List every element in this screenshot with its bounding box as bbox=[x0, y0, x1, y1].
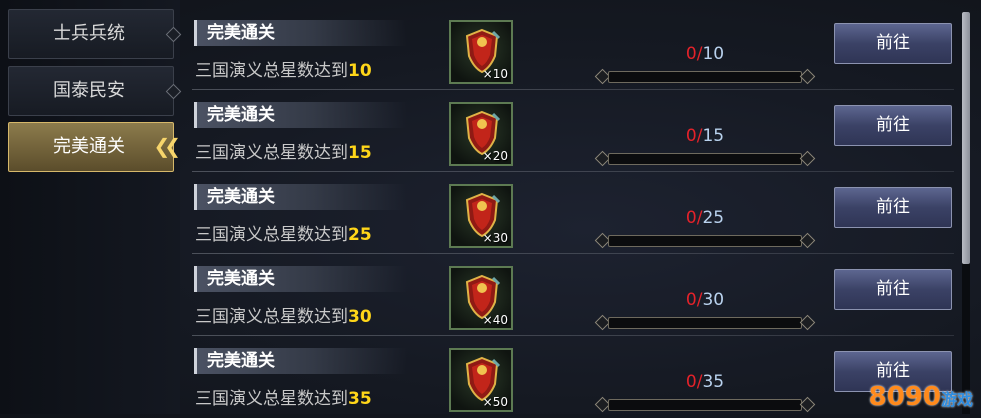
task-desc-text: 三国演义总星数达到 bbox=[195, 307, 348, 327]
task-description: 三国演义总星数达到15 bbox=[195, 138, 372, 163]
task-description: 三国演义总星数达到35 bbox=[195, 384, 372, 409]
progress-total: 25 bbox=[702, 208, 725, 228]
go-button[interactable]: 前往 bbox=[834, 105, 952, 146]
progress-count: 0/25 bbox=[600, 208, 810, 228]
tab-label: 国泰民安 bbox=[53, 80, 125, 101]
progress-count: 0/30 bbox=[600, 290, 810, 310]
bar-right-cap bbox=[799, 150, 816, 167]
reward-quantity: ×50 bbox=[482, 395, 508, 409]
task-title: 完美通关 bbox=[207, 269, 275, 289]
progress-count: 0/35 bbox=[600, 372, 810, 392]
progress-bar bbox=[608, 153, 802, 165]
tab-perfect-clear[interactable]: 完美通关 ❮❮ bbox=[8, 122, 181, 172]
tab-label: 完美通关 bbox=[53, 136, 125, 157]
scrollbar-thumb[interactable] bbox=[962, 12, 970, 264]
go-button[interactable]: 前往 bbox=[834, 269, 952, 310]
bar-right-cap bbox=[799, 232, 816, 249]
task-description: 三国演义总星数达到25 bbox=[195, 220, 372, 245]
task-target: 15 bbox=[348, 143, 372, 163]
task-target: 10 bbox=[348, 61, 372, 81]
go-button[interactable]: 前往 bbox=[834, 187, 952, 228]
diamond-icon bbox=[165, 83, 182, 100]
progress-bar bbox=[608, 71, 802, 83]
task-row: 完美通关 三国演义总星数达到15 ×20 0/15 前往 bbox=[192, 90, 954, 172]
reward-quantity: ×10 bbox=[482, 67, 508, 81]
reward-item[interactable]: ×30 bbox=[449, 184, 513, 248]
reward-quantity: ×20 bbox=[482, 149, 508, 163]
watermark-brand: 8090 bbox=[868, 382, 941, 412]
bar-right-cap bbox=[799, 68, 816, 85]
bar-right-cap bbox=[799, 314, 816, 331]
progress-current: 0 bbox=[685, 44, 697, 64]
task-row: 完美通关 三国演义总星数达到35 ×50 0/35 前往 bbox=[192, 336, 954, 418]
task-target: 30 bbox=[348, 307, 372, 327]
task-row: 完美通关 三国演义总星数达到25 ×30 0/25 前往 bbox=[192, 172, 954, 254]
diamond-icon bbox=[165, 26, 182, 43]
progress-count: 0/10 bbox=[600, 44, 810, 64]
task-description: 三国演义总星数达到10 bbox=[195, 56, 372, 81]
task-title-bar: 完美通关 bbox=[194, 266, 407, 292]
task-target: 25 bbox=[348, 225, 372, 245]
task-desc-text: 三国演义总星数达到 bbox=[195, 225, 348, 245]
progress-current: 0 bbox=[685, 208, 697, 228]
task-title: 完美通关 bbox=[207, 351, 275, 371]
progress-bar bbox=[608, 399, 802, 411]
chevron-left-icon: ❮❮ bbox=[153, 134, 180, 158]
reward-quantity: ×30 bbox=[482, 231, 508, 245]
task-title-bar: 完美通关 bbox=[194, 20, 407, 46]
watermark-logo: 8090游戏 bbox=[869, 382, 973, 412]
task-title-bar: 完美通关 bbox=[194, 348, 407, 374]
task-title: 完美通关 bbox=[207, 105, 275, 125]
task-title-bar: 完美通关 bbox=[194, 102, 407, 128]
sidebar: 士兵兵统 国泰民安 完美通关 ❮❮ bbox=[0, 0, 182, 414]
task-title: 完美通关 bbox=[207, 187, 275, 207]
progress-count: 0/15 bbox=[600, 126, 810, 146]
progress-total: 35 bbox=[702, 372, 725, 392]
progress-bar bbox=[608, 317, 802, 329]
task-desc-text: 三国演义总星数达到 bbox=[195, 389, 348, 409]
progress-current: 0 bbox=[685, 126, 697, 146]
reward-item[interactable]: ×40 bbox=[449, 266, 513, 330]
go-button[interactable]: 前往 bbox=[834, 23, 952, 64]
progress-bar bbox=[608, 235, 802, 247]
reward-item[interactable]: ×10 bbox=[449, 20, 513, 84]
task-row: 完美通关 三国演义总星数达到30 ×40 0/30 前往 bbox=[192, 254, 954, 336]
task-desc-text: 三国演义总星数达到 bbox=[195, 61, 348, 81]
scrollbar[interactable] bbox=[962, 12, 970, 414]
task-description: 三国演义总星数达到30 bbox=[195, 302, 372, 327]
task-title-bar: 完美通关 bbox=[194, 184, 407, 210]
watermark-suffix: 游戏 bbox=[940, 390, 973, 409]
task-list: 完美通关 三国演义总星数达到10 ×10 0/10 前往 完美通关 三国演义总星… bbox=[192, 0, 954, 414]
reward-item[interactable]: ×20 bbox=[449, 102, 513, 166]
tab-soldier-command[interactable]: 士兵兵统 bbox=[8, 9, 182, 59]
reward-quantity: ×40 bbox=[482, 313, 508, 327]
progress-current: 0 bbox=[685, 290, 697, 310]
progress-total: 15 bbox=[702, 126, 725, 146]
task-title: 完美通关 bbox=[207, 23, 275, 43]
task-desc-text: 三国演义总星数达到 bbox=[195, 143, 348, 163]
progress-total: 10 bbox=[702, 44, 725, 64]
tab-label: 士兵兵统 bbox=[53, 23, 125, 44]
progress-total: 30 bbox=[702, 290, 725, 310]
progress-current: 0 bbox=[685, 372, 697, 392]
bar-right-cap bbox=[799, 396, 816, 413]
task-row: 完美通关 三国演义总星数达到10 ×10 0/10 前往 bbox=[192, 8, 954, 90]
reward-item[interactable]: ×50 bbox=[449, 348, 513, 412]
task-target: 35 bbox=[348, 389, 372, 409]
tab-national-peace[interactable]: 国泰民安 bbox=[8, 66, 182, 116]
